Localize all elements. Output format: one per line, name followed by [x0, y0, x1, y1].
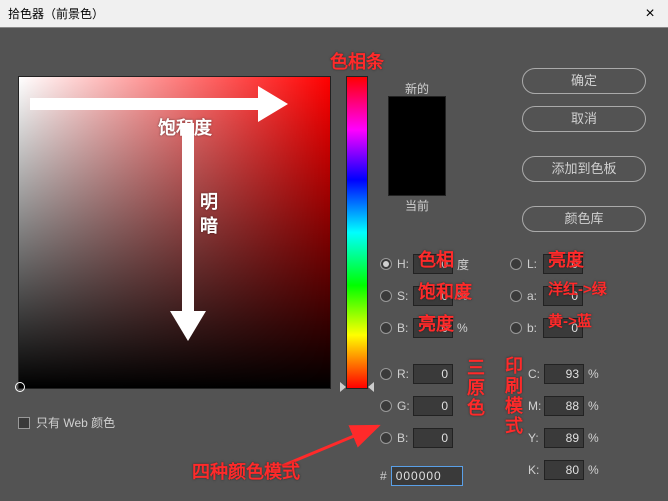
checkbox-icon	[18, 417, 30, 429]
radio-b[interactable]	[510, 322, 522, 334]
web-only-label: 只有 Web 颜色	[36, 414, 115, 431]
input-C[interactable]	[544, 364, 584, 384]
unit-H: 度	[457, 256, 471, 273]
color-libraries-button[interactable]: 颜色库	[522, 206, 646, 232]
radio-hue[interactable]	[380, 258, 392, 270]
color-field[interactable]	[18, 76, 331, 389]
input-S[interactable]	[413, 286, 453, 306]
label-L: L:	[527, 257, 543, 271]
input-a[interactable]	[543, 286, 583, 306]
swatch-current-label: 当前	[388, 197, 446, 214]
input-L[interactable]	[543, 254, 583, 274]
radio-Bc[interactable]	[380, 432, 392, 444]
anno-cmyk: 印刷模式	[500, 356, 526, 436]
radio-L[interactable]	[510, 258, 522, 270]
input-hex[interactable]	[391, 466, 463, 486]
label-M: M:	[528, 399, 544, 413]
unit-S: %	[457, 289, 471, 303]
input-Bv[interactable]	[413, 318, 453, 338]
swatch-new-label: 新的	[388, 80, 446, 97]
arrow-modes-icon	[278, 420, 384, 470]
color-field-cursor	[15, 382, 25, 392]
hex-label: #	[380, 469, 387, 483]
web-only-checkbox[interactable]: 只有 Web 颜色	[18, 414, 115, 431]
radio-bri[interactable]	[380, 322, 392, 334]
label-C: C:	[528, 367, 544, 381]
input-G[interactable]	[413, 396, 453, 416]
unit-Y: %	[588, 431, 602, 445]
window-titlebar: 拾色器（前景色） ×	[0, 0, 668, 28]
input-M[interactable]	[544, 396, 584, 416]
input-H[interactable]	[413, 254, 453, 274]
input-b[interactable]	[543, 318, 583, 338]
label-Bc: B:	[397, 431, 413, 445]
input-K[interactable]	[544, 460, 584, 480]
unit-K: %	[588, 463, 602, 477]
color-swatch	[388, 96, 446, 196]
label-K: K:	[528, 463, 544, 477]
swatch-new	[389, 97, 445, 146]
radio-a[interactable]	[510, 290, 522, 302]
input-R[interactable]	[413, 364, 453, 384]
radio-R[interactable]	[380, 368, 392, 380]
window-title: 拾色器（前景色）	[8, 5, 640, 22]
label-R: R:	[397, 367, 413, 381]
radio-sat[interactable]	[380, 290, 392, 302]
hue-strip[interactable]	[346, 76, 368, 389]
anno-hue-strip: 色相条	[330, 48, 384, 74]
label-Bv: B:	[397, 321, 413, 335]
dialog-body: 新的 当前 确定 取消 添加到色板 颜色库 H: 度 S: % B: % R: …	[0, 28, 668, 501]
input-Bc[interactable]	[413, 428, 453, 448]
anno-modes: 四种颜色模式	[192, 458, 300, 484]
anno-rgb: 三原色	[462, 358, 488, 418]
ok-button[interactable]: 确定	[522, 68, 646, 94]
close-icon[interactable]: ×	[640, 5, 660, 23]
label-G: G:	[397, 399, 413, 413]
input-Y[interactable]	[544, 428, 584, 448]
label-S: S:	[397, 289, 413, 303]
unit-Bv: %	[457, 321, 471, 335]
unit-M: %	[588, 399, 602, 413]
label-H: H:	[397, 257, 413, 271]
add-to-swatches-button[interactable]: 添加到色板	[522, 156, 646, 182]
cancel-button[interactable]: 取消	[522, 106, 646, 132]
label-Y: Y:	[528, 431, 544, 445]
radio-G[interactable]	[380, 400, 392, 412]
label-b: b:	[527, 321, 543, 335]
unit-C: %	[588, 367, 602, 381]
label-a: a:	[527, 289, 543, 303]
swatch-current	[389, 146, 445, 195]
